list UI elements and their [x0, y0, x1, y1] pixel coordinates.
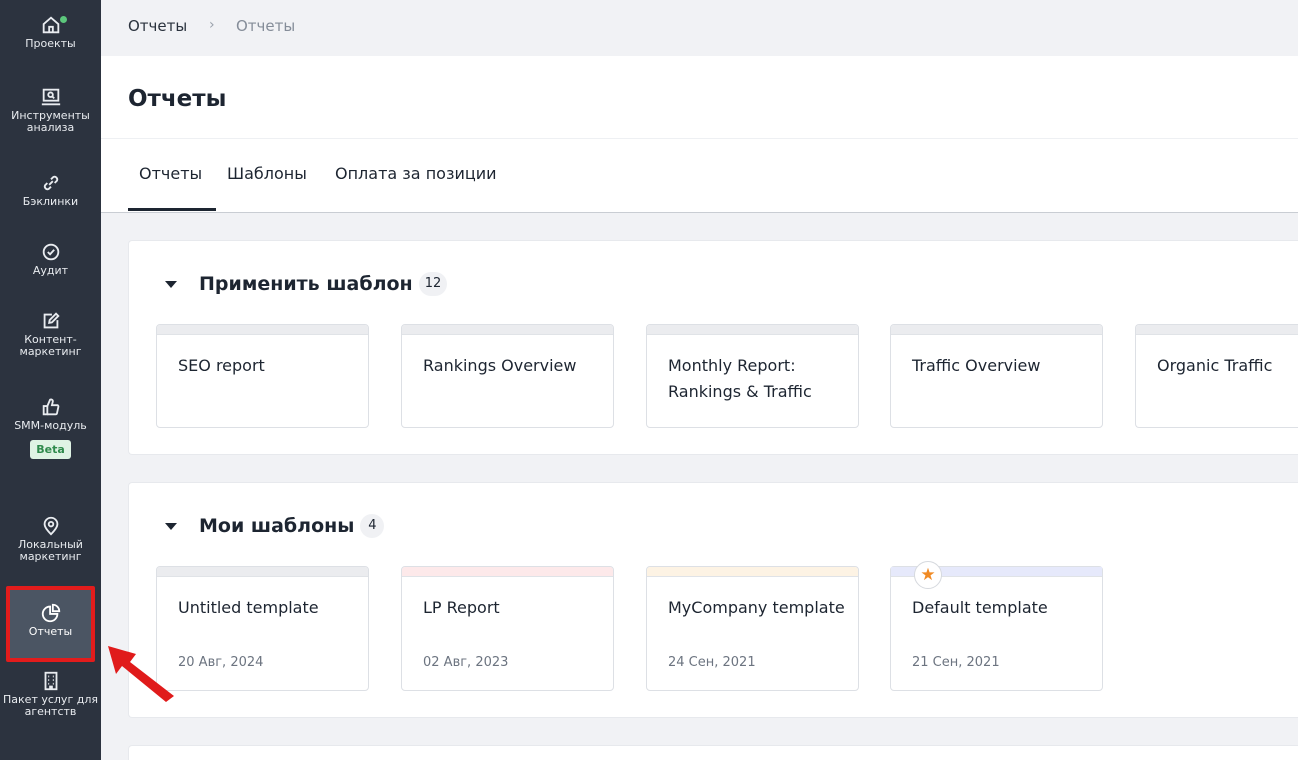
building-icon: [44, 671, 57, 691]
page-title: Отчеты: [128, 86, 227, 112]
card-header-strip: [402, 325, 613, 335]
card-header-strip: [647, 325, 858, 335]
template-card[interactable]: Untitled template 20 Авг, 2024: [156, 566, 369, 691]
card-date: 21 Сен, 2021: [912, 655, 1000, 670]
sidebar-item-label: Контент-маркетинг: [19, 333, 82, 358]
card-title: Rankings Overview: [423, 356, 577, 375]
caret-down-icon[interactable]: [165, 280, 177, 288]
card-header-strip: [402, 567, 613, 577]
template-card[interactable]: LP Report 02 Авг, 2023: [401, 566, 614, 691]
divider: [101, 138, 1298, 139]
card-date: 02 Авг, 2023: [423, 655, 509, 670]
template-card[interactable]: Rankings Overview: [401, 324, 614, 428]
sidebar-item-label: Инструменты анализа: [11, 109, 90, 134]
card-date: 24 Сен, 2021: [668, 655, 756, 670]
card-title: LP Report: [423, 598, 500, 617]
template-card[interactable]: SEO report: [156, 324, 369, 428]
template-card[interactable]: Organic Traffic: [1135, 324, 1298, 428]
section-header[interactable]: Применить шаблон 12: [165, 272, 448, 296]
location-pin-icon: [43, 516, 58, 536]
apply-template-section: Применить шаблон 12 SEO report Rankings …: [128, 240, 1298, 455]
status-dot: [60, 16, 67, 23]
tab-reports[interactable]: Отчеты: [139, 164, 202, 183]
chevron-right-icon: ›: [209, 17, 215, 33]
card-header-strip: [1136, 325, 1298, 335]
sidebar-item-smm[interactable]: SMM-модуль Beta: [0, 396, 101, 459]
sidebar-item-backlinks[interactable]: Бэклинки: [0, 172, 101, 208]
breadcrumb: Отчеты › Отчеты: [101, 0, 1298, 56]
card-header-strip: [647, 567, 858, 577]
template-card[interactable]: Monthly Report: Rankings & Traffic: [646, 324, 859, 428]
sidebar-item-label: Проекты: [25, 37, 76, 50]
count-badge: 4: [360, 514, 385, 538]
section-title: Мои шаблоны: [199, 515, 355, 537]
section-title: Применить шаблон: [199, 273, 413, 295]
tab-templates[interactable]: Шаблоны: [227, 164, 307, 183]
section-header[interactable]: Мои шаблоны 4: [165, 514, 385, 538]
active-tab-indicator: [128, 208, 216, 211]
sidebar-item-label: Отчеты: [28, 625, 73, 638]
caret-down-icon[interactable]: [165, 522, 177, 530]
breadcrumb-root-link[interactable]: Отчеты: [128, 17, 187, 35]
annotation-arrow-icon: [108, 646, 174, 702]
breadcrumb-current: Отчеты: [236, 17, 296, 35]
edit-icon: [43, 312, 60, 329]
magnifier-screen-icon: [41, 88, 60, 106]
template-card[interactable]: MyCompany template 24 Сен, 2021: [646, 566, 859, 691]
sidebar-item-content-marketing[interactable]: Контент-маркетинг: [0, 310, 101, 358]
link-icon: [43, 175, 58, 191]
sidebar-item-analysis[interactable]: Инструменты анализа: [0, 86, 101, 134]
sidebar-item-label: Пакет услуг для агентств: [3, 693, 98, 718]
tab-pay-per-position[interactable]: Оплата за позиции: [335, 164, 497, 183]
sidebar-item-local-marketing[interactable]: Локальный маркетинг: [0, 515, 101, 563]
page-header: Отчеты Отчеты Шаблоны Оплата за позиции: [101, 56, 1298, 213]
thumbs-up-icon: [42, 398, 59, 416]
sidebar-item-agency[interactable]: Пакет услуг для агентств: [0, 670, 101, 718]
card-date: 20 Авг, 2024: [178, 655, 264, 670]
card-header-strip: [157, 567, 368, 577]
sidebar-item-label: Бэклинки: [22, 195, 79, 208]
next-section: [128, 745, 1298, 760]
card-title: SEO report: [178, 356, 265, 375]
sidebar-item-label: Аудит: [32, 264, 69, 277]
card-title: Default template: [912, 598, 1048, 617]
star-icon[interactable]: ★: [914, 561, 942, 589]
sidebar-item-label: Локальный маркетинг: [18, 538, 83, 563]
beta-badge: Beta: [30, 440, 71, 459]
card-title: Organic Traffic: [1157, 356, 1273, 375]
card-title: Untitled template: [178, 598, 319, 617]
sidebar-item-audit[interactable]: Аудит: [0, 241, 101, 277]
pie-chart-icon: [41, 603, 60, 623]
card-title: Monthly Report: Rankings & Traffic: [668, 356, 812, 401]
home-icon: [42, 16, 59, 34]
divider: [101, 212, 1298, 213]
template-card[interactable]: ★ Default template 21 Сен, 2021: [890, 561, 1103, 691]
card-header-strip: [157, 325, 368, 335]
sidebar-item-reports[interactable]: Отчеты: [6, 586, 95, 662]
card-header-strip: [891, 325, 1102, 335]
card-title: MyCompany template: [668, 598, 845, 617]
sidebar: Проекты Инструменты анализа Бэклинки Ауд…: [0, 0, 101, 760]
sidebar-item-projects[interactable]: Проекты: [0, 14, 101, 50]
template-card[interactable]: Traffic Overview: [890, 324, 1103, 428]
card-title: Traffic Overview: [912, 356, 1041, 375]
count-badge: 12: [418, 272, 448, 296]
my-templates-section: Мои шаблоны 4 Untitled template 20 Авг, …: [128, 482, 1298, 718]
sidebar-item-label: SMM-модуль: [14, 419, 87, 432]
check-circle-icon: [42, 243, 59, 261]
